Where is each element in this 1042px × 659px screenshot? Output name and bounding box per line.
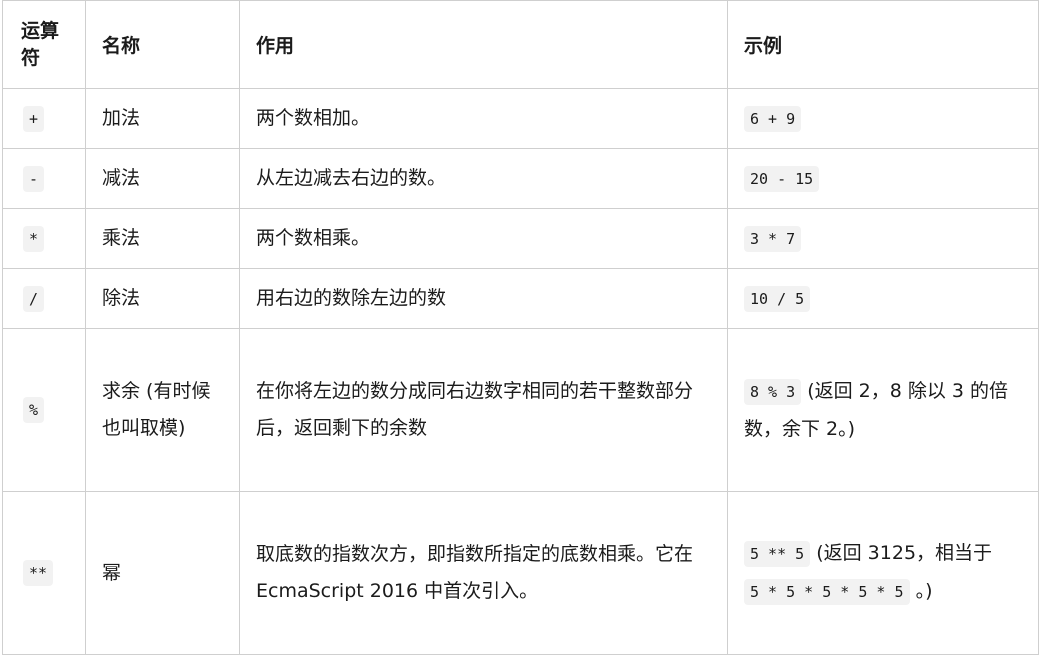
operator-symbol: -	[23, 165, 45, 192]
operator-symbol: *	[23, 225, 45, 252]
header-effect: 作用	[239, 0, 728, 89]
example-code: 5 ** 5	[744, 541, 811, 567]
header-example: 示例	[727, 0, 1039, 89]
table-row: + 加法 两个数相加。 6 + 9	[2, 88, 1039, 149]
header-name: 名称	[85, 0, 240, 89]
example-code: 3 * 7	[744, 225, 802, 252]
operator-effect: 用右边的数除左边的数	[239, 268, 728, 329]
operator-symbol: %	[23, 397, 45, 423]
table-row: - 减法 从左边减去右边的数。 20 - 15	[2, 148, 1039, 209]
example-note: (返回 3125，相当于	[810, 542, 993, 564]
operator-name: 除法	[85, 268, 240, 329]
operator-name: 求余 (有时候也叫取模)	[85, 328, 240, 492]
operator-effect: 两个数相乘。	[239, 208, 728, 269]
table-row: % 求余 (有时候也叫取模) 在你将左边的数分成同右边数字相同的若干整数部分后，…	[2, 328, 1039, 492]
example-code: 20 - 15	[744, 165, 820, 192]
operator-effect: 两个数相加。	[239, 88, 728, 149]
operators-table: 运算符 名称 作用 示例 + 加法 两个数相加。 6 + 9 - 减法 从左边减…	[2, 0, 1039, 655]
example-note-2: 。)	[909, 580, 933, 602]
operator-effect: 取底数的指数次方，即指数所指定的底数相乘。它在 EcmaScript 2016 …	[239, 491, 728, 655]
operator-symbol: +	[23, 105, 45, 132]
operator-name: 加法	[85, 88, 240, 149]
example-code-2: 5 * 5 * 5 * 5 * 5	[744, 579, 910, 605]
example-code: 8 % 3	[744, 378, 802, 405]
table-row: / 除法 用右边的数除左边的数 10 / 5	[2, 268, 1039, 329]
operator-name: 减法	[85, 148, 240, 209]
operator-effect: 从左边减去右边的数。	[239, 148, 728, 209]
example-code: 6 + 9	[744, 105, 802, 132]
operator-name: 乘法	[85, 208, 240, 269]
table-row: * 乘法 两个数相乘。 3 * 7	[2, 208, 1039, 269]
operator-effect: 在你将左边的数分成同右边数字相同的若干整数部分后，返回剩下的余数	[239, 328, 728, 492]
operator-symbol: /	[23, 285, 45, 312]
table-header-row: 运算符 名称 作用 示例	[2, 0, 1039, 89]
table-row: ** 幂 取底数的指数次方，即指数所指定的底数相乘。它在 EcmaScript …	[2, 491, 1039, 655]
example-code: 10 / 5	[744, 285, 811, 312]
operator-symbol: **	[23, 560, 54, 586]
operator-name: 幂	[85, 491, 240, 655]
header-operator: 运算符	[2, 0, 86, 89]
